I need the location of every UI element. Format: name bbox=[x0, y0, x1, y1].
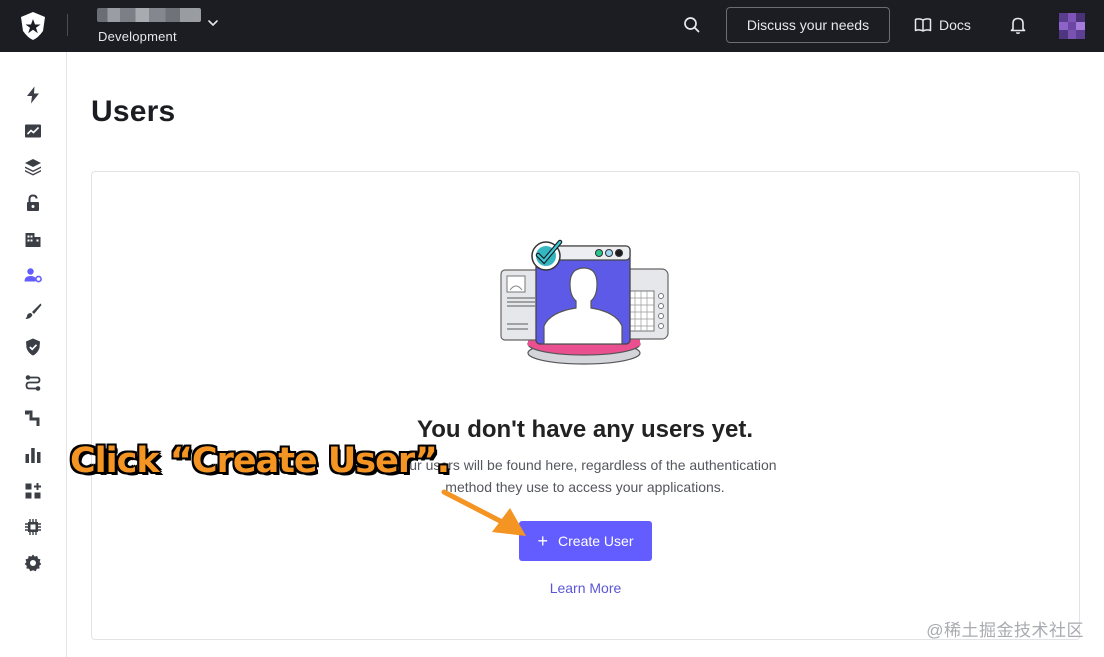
bell-icon[interactable] bbox=[1009, 15, 1027, 35]
plus-icon: + bbox=[537, 531, 549, 551]
sidebar bbox=[0, 52, 67, 657]
users-gear-icon[interactable] bbox=[23, 265, 43, 285]
discuss-your-needs-button[interactable]: Discuss your needs bbox=[726, 7, 890, 43]
empty-state-title: You don't have any users yet. bbox=[416, 416, 754, 443]
book-icon bbox=[914, 18, 932, 32]
create-user-button[interactable]: + Create User bbox=[519, 521, 652, 561]
layers-icon[interactable] bbox=[23, 157, 43, 177]
topbar-divider bbox=[67, 14, 68, 36]
avatar[interactable] bbox=[1059, 13, 1085, 39]
lightning-icon[interactable] bbox=[23, 85, 43, 105]
tenant-environment[interactable]: Development bbox=[98, 29, 177, 44]
chevron-down-icon[interactable] bbox=[206, 16, 220, 30]
extensions-icon[interactable] bbox=[23, 481, 43, 501]
tenant-name-redacted[interactable] bbox=[97, 8, 201, 22]
lock-icon[interactable] bbox=[23, 193, 43, 213]
instruction-callout: Click “Create User”. bbox=[70, 441, 450, 481]
pointer-arrow-icon bbox=[441, 489, 526, 536]
bar-chart-icon[interactable] bbox=[23, 445, 43, 465]
learn-more-link[interactable]: Learn More bbox=[519, 580, 652, 596]
watermark: @稀土掘金技术社区 bbox=[926, 621, 1084, 640]
docs-label: Docs bbox=[939, 17, 971, 33]
page-title: Users bbox=[91, 95, 176, 128]
building-icon[interactable] bbox=[23, 229, 43, 249]
docs-link[interactable]: Docs bbox=[914, 14, 971, 36]
auth0-logo-icon[interactable] bbox=[17, 11, 49, 41]
activity-chart-icon[interactable] bbox=[23, 121, 43, 141]
top-bar: Development Discuss your needs Docs bbox=[0, 0, 1104, 52]
flow-icon[interactable] bbox=[23, 373, 43, 393]
users-empty-illustration bbox=[500, 239, 669, 365]
settings-icon[interactable] bbox=[23, 553, 43, 573]
brush-icon[interactable] bbox=[23, 301, 43, 321]
shield-check-icon[interactable] bbox=[23, 337, 43, 357]
chip-icon[interactable] bbox=[23, 517, 43, 537]
pipeline-icon[interactable] bbox=[23, 409, 43, 429]
search-icon[interactable] bbox=[682, 15, 702, 35]
create-user-label: Create User bbox=[558, 533, 634, 549]
